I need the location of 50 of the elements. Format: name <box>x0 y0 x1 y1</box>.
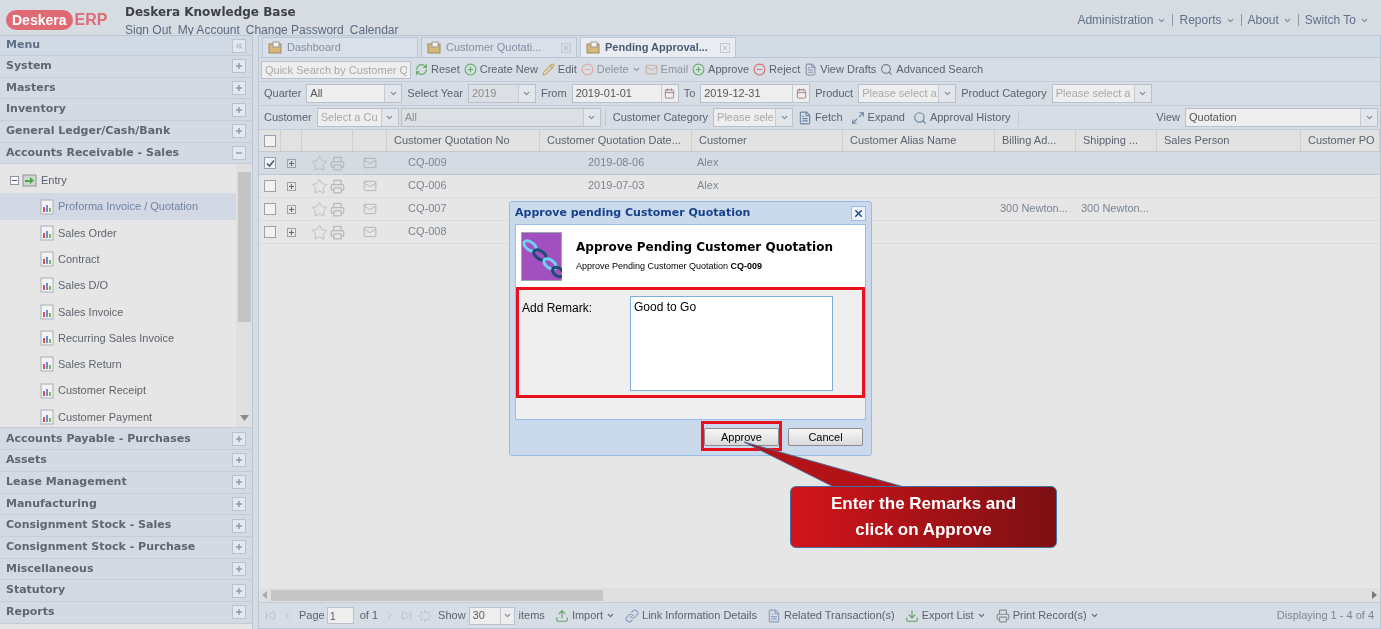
field-label: Add Remark: <box>522 300 593 317</box>
section-label: Statutory <box>6 582 66 599</box>
callout-text: Enter the Remarks and click on Approve <box>829 493 1018 541</box>
paging-status: Displaying 1 - 4 of 4 <box>1276 608 1374 624</box>
logo-mark: Deskera <box>6 10 73 30</box>
table-cell-text: CQ-007 <box>408 201 447 216</box>
dialog-title: Approve pending Customer Quotation <box>515 204 751 221</box>
app-title: Deskera Knowledge Base <box>125 4 297 21</box>
section-label: Lease Management <box>6 473 127 490</box>
section-label: Miscellaneous <box>6 560 94 577</box>
section-label: System <box>6 58 52 75</box>
table-cell-text: 2019-07-03 <box>588 178 645 193</box>
table-cell-text: CQ-008 <box>408 224 447 239</box>
menu-title: Menu <box>6 37 41 54</box>
section-label: Accounts Receivable - Sales <box>6 144 180 161</box>
table-cell-text: 2019-08-06 <box>588 155 645 170</box>
section-label: General Ledger/Cash/Bank <box>6 123 171 140</box>
field-label: Customer <box>263 110 313 126</box>
page-count: of 1 <box>359 608 379 624</box>
table-cell-text: Alex <box>697 155 719 170</box>
field-label: Select Year <box>406 86 464 102</box>
page-label: Page <box>299 608 325 624</box>
field-label: Product <box>814 86 855 102</box>
table-cell-text: Alex <box>697 178 719 193</box>
section-label: Inventory <box>6 101 66 118</box>
table-cell-text: 300 Newton... <box>1081 201 1149 216</box>
section-label: Masters <box>6 79 56 96</box>
field-label: View <box>1155 110 1181 126</box>
dialog-subtitle: Approve Pending Customer Quotation CQ-009 <box>576 260 764 274</box>
field-label: Quarter <box>263 86 303 102</box>
table-cell-text: CQ-009 <box>408 155 447 170</box>
section-label: Manufacturing <box>6 495 97 512</box>
tab-label: Customer Quotati... <box>446 40 543 56</box>
tab-label: Pending Approval... <box>605 40 709 56</box>
field-label: To <box>682 86 697 102</box>
section-label: Consignment Stock - Purchase <box>6 538 196 555</box>
section-label: Assets <box>6 452 47 469</box>
table-cell-text: 300 Newton... <box>1000 201 1068 216</box>
field-label: From <box>539 86 568 102</box>
field-label: Customer Category <box>611 110 710 126</box>
logo-text: ERP <box>74 10 108 30</box>
tab-label: Dashboard <box>287 40 342 56</box>
dialog-heading: Approve Pending Customer Quotation <box>576 239 833 257</box>
section-label: Accounts Payable - Purchases <box>6 430 191 447</box>
section-label: Reports <box>6 604 55 621</box>
items-label: items <box>518 608 545 624</box>
field-label: Product Category <box>960 86 1048 102</box>
table-cell-text: CQ-006 <box>408 178 447 193</box>
show-label: Show <box>438 608 466 624</box>
section-label: Consignment Stock - Sales <box>6 517 172 534</box>
